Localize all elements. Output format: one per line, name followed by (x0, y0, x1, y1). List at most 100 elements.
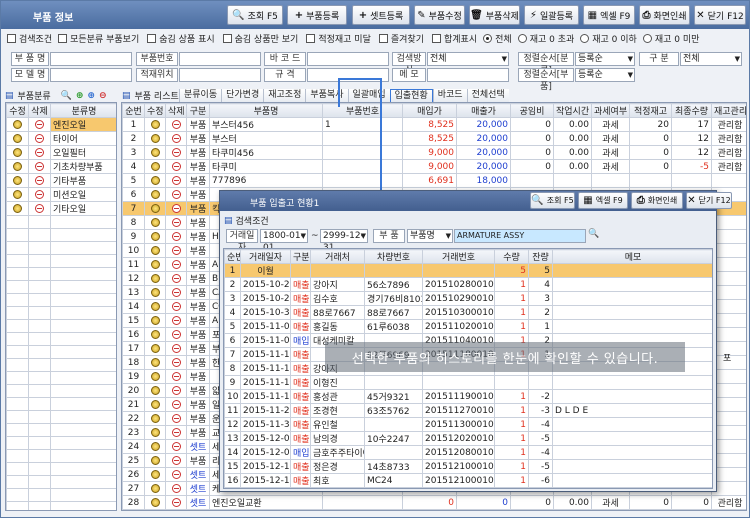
dialog-button-2[interactable]: ⎙ 화면인쇄 (631, 192, 683, 209)
history-txn: 20151030001001 (422, 305, 495, 320)
history-car (364, 445, 423, 460)
date-label: 거래일자 (226, 229, 258, 253)
history-txn: 20151127001001 (422, 403, 495, 418)
part-search-icon[interactable]: 🔍 (588, 229, 599, 239)
history-row[interactable]: 9 2015-11-19 매출 이형진 (224, 375, 712, 390)
part-field-select[interactable]: 부품명 (407, 229, 453, 243)
history-qty: 1 (494, 291, 529, 306)
info-overlay: 선택한 부품의 히스토리를 한눈에 확인할 수 있습니다. (325, 342, 685, 372)
history-number: 12 (224, 417, 241, 432)
history-row[interactable]: 42015-10-30매출88로766788로76672015103000100… (224, 305, 712, 320)
history-number: 16 (224, 473, 241, 488)
history-number: 3 (224, 291, 241, 306)
history-qty: 1 (494, 445, 529, 460)
history-row[interactable]: 102015-11-19매출홍성관45거9321201511190010021-… (224, 389, 712, 404)
history-row[interactable]: 132015-12-02매출남의경10수2247201512020010021-… (224, 431, 712, 446)
history-car: 45거9321 (364, 389, 423, 404)
dialog-button-label: 조회 F5 (546, 196, 574, 205)
history-qty (494, 375, 529, 390)
history-date: 2015-11-27 (240, 403, 291, 418)
history-txn (422, 375, 495, 390)
history-memo (552, 277, 712, 292)
history-row[interactable]: 32015-10-29매출김수호경기76비8103201510290010021… (224, 291, 712, 306)
history-memo (552, 459, 712, 474)
history-txn: 20151210001001 (422, 473, 495, 488)
history-kind: 매출 (290, 403, 311, 418)
condition-icon: ▤ (224, 215, 233, 226)
history-client: 강아지 (310, 277, 365, 292)
history-kind: 매출 (290, 347, 311, 362)
history-col-header[interactable]: 구분 (290, 249, 311, 264)
history-date: 2015-10-29 (240, 291, 291, 306)
history-col-header[interactable]: 잔량 (528, 249, 553, 264)
history-row[interactable]: 162015-12-10매출최호MC24201512100010011-6 (224, 473, 712, 488)
history-txn: 20151130001001 (422, 417, 495, 432)
date-to[interactable]: 2999-12-31 (320, 229, 368, 253)
history-qty: 1 (494, 403, 529, 418)
history-date: 2015-11-19 (240, 375, 291, 390)
history-car (364, 263, 423, 278)
history-row[interactable]: 142015-12-08매입금호주주타이어 201512080010011-4 (224, 445, 712, 460)
history-col-header[interactable]: 차량번호 (364, 249, 423, 264)
history-col-header[interactable]: 메모 (552, 249, 712, 264)
history-col-header[interactable]: 거래일자 (240, 249, 291, 264)
dialog-button-1[interactable]: ▦ 엑셀 F9 (578, 192, 628, 209)
history-col-header[interactable]: 순번 (224, 249, 241, 264)
history-client: 홍성관 (310, 389, 365, 404)
history-row[interactable]: 152015-12-10매출정은경14초8733201512100010031-… (224, 459, 712, 474)
history-client: 조경현 (310, 403, 365, 418)
history-kind: 매출 (290, 459, 311, 474)
history-client: 유인철 (310, 417, 365, 432)
footer-label: [ 합 계 ] (240, 487, 311, 488)
history-memo (552, 445, 712, 460)
history-car: 63조5762 (364, 403, 423, 418)
history-remaining: -4 (528, 445, 553, 460)
history-kind: 매출 (290, 375, 311, 390)
history-row[interactable]: 1 이월 5 5 (224, 263, 712, 278)
history-kind (290, 263, 311, 278)
history-date: 2015-12-08 (240, 445, 291, 460)
history-number: 11 (224, 403, 241, 418)
dialog-button-label: 엑셀 F9 (595, 196, 623, 205)
history-date: 2015-11-19 (240, 361, 291, 376)
history-col-header[interactable]: 수량 (494, 249, 529, 264)
footer-number: 17 (224, 487, 241, 488)
history-car: 56소7896 (364, 277, 423, 292)
history-row[interactable]: 22015-10-28매출강아지56소78962015102800100414 (224, 277, 712, 292)
history-remaining: 2 (528, 305, 553, 320)
history-col-header[interactable]: 거래처 (310, 249, 365, 264)
history-row[interactable]: 112015-11-27매출조경현63조5762201511270010011-… (224, 403, 712, 418)
history-car: 88로7667 (364, 305, 423, 320)
history-number: 5 (224, 319, 241, 334)
history-car: 10수2247 (364, 431, 423, 446)
history-date: 2015-12-10 (240, 473, 291, 488)
history-date: 2015-11-18 (240, 347, 291, 362)
dialog-button-3[interactable]: ✕ 닫기 F12 (686, 192, 732, 209)
history-row[interactable]: 52015-11-02매출홍길동61루60382015110200100411 (224, 319, 712, 334)
history-qty: 1 (494, 305, 529, 320)
history-client: 남의경 (310, 431, 365, 446)
history-number: 14 (224, 445, 241, 460)
history-row[interactable]: 122015-11-30매출유인철 201511300010011-4 (224, 417, 712, 432)
history-date: 2015-10-30 (240, 305, 291, 320)
history-car: MC24 (364, 473, 423, 488)
date-from[interactable]: 1800-01-01 (260, 229, 308, 253)
history-qty: 5 (494, 263, 529, 278)
history-number: 1 (224, 263, 241, 278)
part-value-input[interactable]: ARMATURE ASSY (454, 229, 586, 243)
history-client: 이형진 (310, 375, 365, 390)
history-number: 8 (224, 361, 241, 376)
history-kind: 매출 (290, 417, 311, 432)
history-remaining: 1 (528, 319, 553, 334)
history-date: 2015-11-30 (240, 417, 291, 432)
dialog-button-0[interactable]: 🔍 조회 F5 (530, 192, 575, 209)
history-kind: 매입 (290, 445, 311, 460)
history-remaining: -6 (528, 473, 553, 488)
history-col-header[interactable]: 거래번호 (422, 249, 495, 264)
part-label: 부 품 (373, 229, 405, 243)
close-icon: ✕ (687, 195, 696, 206)
history-date: 이월 (240, 263, 291, 278)
history-kind: 매출 (290, 473, 311, 488)
history-remaining: -5 (528, 459, 553, 474)
history-txn: 20151202001002 (422, 431, 495, 446)
